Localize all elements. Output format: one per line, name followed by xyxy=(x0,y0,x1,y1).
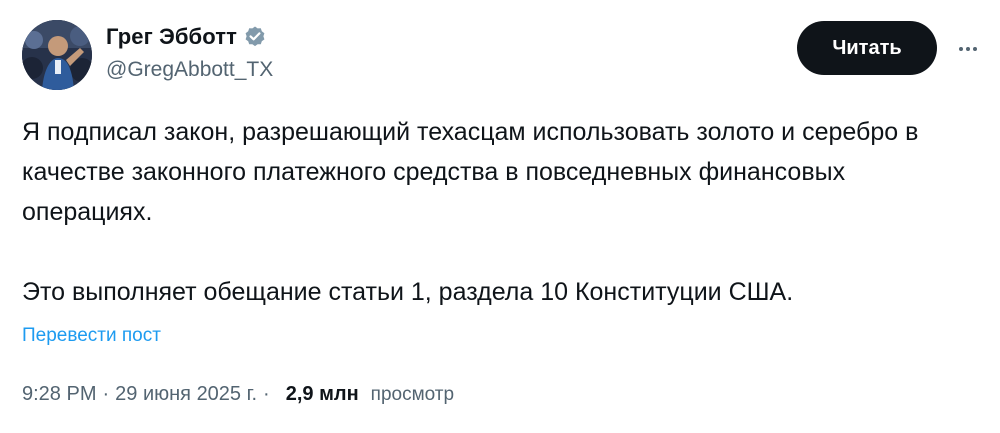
meta-separator-2: · xyxy=(263,383,270,405)
verified-badge-icon[interactable] xyxy=(243,25,267,49)
more-dots-icon xyxy=(959,47,977,51)
tweet-paragraph-1: Я подписал закон, разрешающий техасцам и… xyxy=(22,118,919,226)
follow-button[interactable]: Читать xyxy=(797,21,937,75)
meta-separator: · xyxy=(102,383,110,405)
name-row: Грег Эбботт xyxy=(106,22,273,52)
avatar-image xyxy=(22,20,92,90)
translate-post-link[interactable]: Перевести пост xyxy=(22,325,161,347)
tweet-meta: 9:28 PM · 29 июня 2025 г. · 2,9 млн прос… xyxy=(22,383,454,406)
post-time[interactable]: 9:28 PM xyxy=(22,383,96,406)
more-options-button[interactable] xyxy=(953,34,983,64)
tweet-card: Грег Эбботт @GregAbbott_TX Читать Я подп… xyxy=(0,0,1000,433)
views-label: просмотр xyxy=(370,384,455,405)
avatar[interactable] xyxy=(22,20,92,90)
display-name[interactable]: Грег Эбботт xyxy=(106,24,237,50)
user-handle[interactable]: @GregAbbott_TX xyxy=(106,58,273,82)
tweet-paragraph-2: Это выполняет обещание статьи 1, раздела… xyxy=(22,278,794,306)
post-date[interactable]: 29 июня 2025 г. xyxy=(115,383,257,406)
author-block: Грег Эбботт @GregAbbott_TX xyxy=(106,22,273,82)
views-count: 2,9 млн xyxy=(285,383,359,405)
tweet-text: Я подписал закон, разрешающий техасцам и… xyxy=(22,112,972,312)
